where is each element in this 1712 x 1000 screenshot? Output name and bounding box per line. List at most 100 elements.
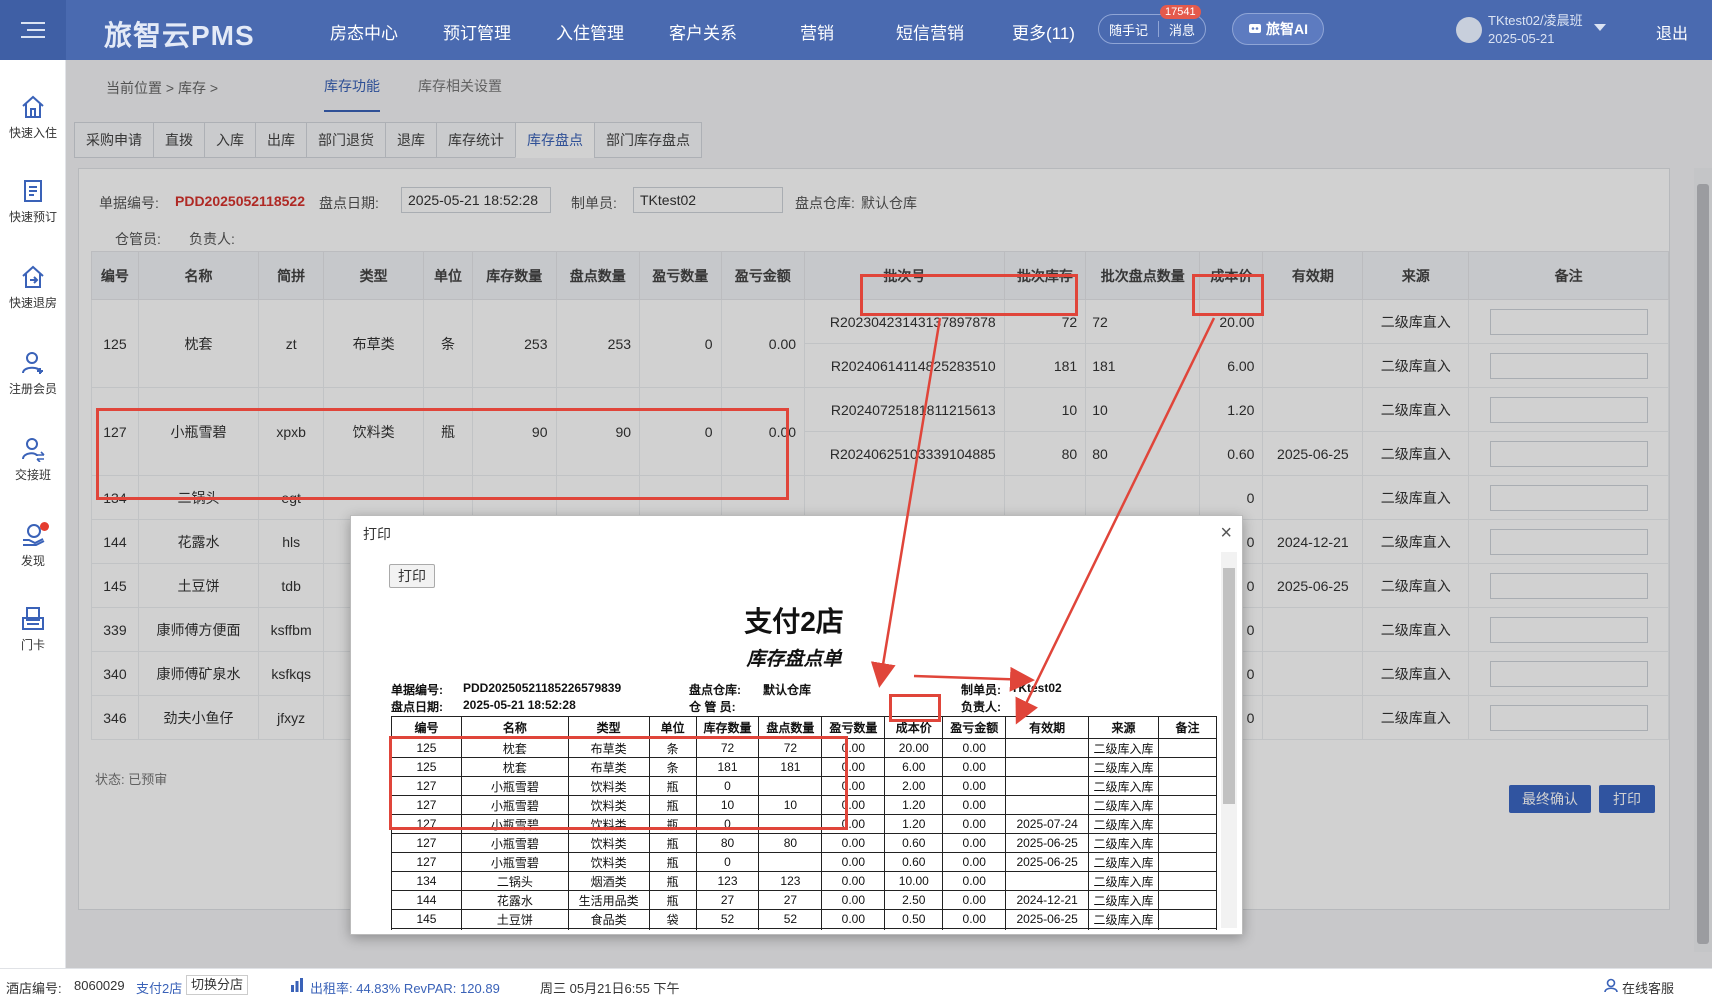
print-cell: 0.00	[821, 890, 886, 910]
user-date: 2025-05-21	[1488, 31, 1555, 46]
print-cell	[1157, 833, 1217, 853]
sidebar-item-door-card[interactable]: 门卡	[0, 606, 66, 653]
sidebar-label: 快速入住	[8, 126, 57, 140]
print-row: 145土豆饼食品类袋00.000.500.002025-06-25二级库入库	[391, 928, 1217, 930]
nav-room-status[interactable]: 房态中心	[330, 19, 398, 44]
print-cell: 二锅头	[460, 871, 569, 891]
print-row: 134 二锅头 烟酒类瓶 123 123 0.00 10.00 0.00 二级库入库	[391, 871, 1217, 891]
print-cell	[1157, 890, 1217, 910]
print-cell: 二级库入库	[1088, 890, 1159, 910]
document-icon	[24, 180, 42, 202]
nav-sms[interactable]: 短信营销	[896, 19, 964, 44]
print-cell: 0.00	[821, 852, 886, 872]
home-exit-icon	[22, 265, 44, 288]
close-icon[interactable]: ×	[1220, 522, 1232, 545]
print-dialog: 打印 × 打印 支付2店 库存盘点单 单据编号: PDD202505211852…	[350, 515, 1243, 935]
sidebar-item-quick-checkin[interactable]: 快速入住	[0, 94, 66, 141]
doc-no-label: 单据编号:	[391, 683, 443, 697]
print-cell: 瓶	[648, 833, 697, 853]
print-cell: 二级库入库	[1088, 738, 1159, 758]
print-cell: 2025-06-25	[1005, 928, 1090, 930]
nav-crm[interactable]: 客户关系	[669, 19, 737, 44]
print-cell: 0.00	[942, 852, 1007, 872]
avatar[interactable]	[1456, 17, 1482, 43]
print-cell: 0.00	[942, 738, 1007, 758]
print-cell: 52	[695, 909, 760, 929]
highlight-print-127	[389, 736, 848, 830]
sidebar-item-discover[interactable]: 发现	[0, 522, 66, 569]
hotel-no-label: 酒店编号:	[6, 981, 62, 996]
doc-maker: TKtest02	[1011, 681, 1062, 695]
print-row: 127 小瓶雪碧 饮料类瓶 0 0.00 0.60 0.00 2025-06-25 二级库入库	[391, 852, 1217, 872]
sidebar-item-shift-handover[interactable]: 交接班	[0, 436, 66, 483]
print-cell: 小瓶雪碧	[460, 833, 569, 853]
print-row: 144 花露水 生活用品类瓶 27 27 0.00 2.50 0.00 2024-12-21 二级…	[391, 890, 1217, 910]
dialog-scrollbar[interactable]	[1221, 552, 1237, 928]
print-column-header: 盈亏金额	[942, 716, 1007, 739]
logout-button[interactable]: 退出	[1656, 20, 1688, 44]
print-cell: 二级库入库	[1088, 928, 1159, 930]
print-cell	[1157, 757, 1217, 777]
message-button[interactable]: 消息	[1169, 20, 1195, 39]
print-cell: 饮料类	[567, 852, 650, 872]
sidebar-item-register-member[interactable]: 注册会员	[0, 350, 66, 397]
print-cell: 饮料类	[567, 833, 650, 853]
chevron-down-icon[interactable]	[1594, 24, 1606, 31]
menu-icon[interactable]	[0, 0, 66, 60]
print-cell: 0.50	[884, 909, 944, 929]
nav-marketing[interactable]: 营销	[800, 19, 834, 44]
print-cell: 0.00	[821, 909, 886, 929]
doc-title: 库存盘点单	[746, 649, 842, 670]
print-cell	[1005, 776, 1090, 796]
online-service-link[interactable]: 在线客服	[1622, 978, 1674, 997]
switch-shop-button[interactable]: 切换分店	[186, 975, 249, 995]
sidebar-item-quick-booking[interactable]: 快速预订	[0, 178, 66, 225]
robot-icon	[1248, 21, 1262, 37]
print-cell: 20.00	[884, 738, 944, 758]
print-cell: 1.20	[884, 795, 944, 815]
print-cell: 食品类	[567, 928, 650, 930]
current-shop-link[interactable]: 支付2店	[136, 978, 182, 997]
sidebar-item-quick-checkout[interactable]: 快速退房	[0, 264, 66, 311]
current-datetime: 周三 05月21日6:55 下午	[540, 981, 680, 996]
print-cell: 127	[391, 852, 462, 872]
print-cell: 0.60	[884, 852, 944, 872]
print-cell	[1157, 795, 1217, 815]
occupancy-stats[interactable]: 出租率: 44.83% RevPAR: 120.89	[310, 978, 500, 997]
doc-warehouse-label: 盘点仓库:	[689, 683, 741, 697]
print-cell: 52	[758, 909, 823, 929]
nav-checkin[interactable]: 入住管理	[556, 19, 624, 44]
print-cell: 0.60	[884, 833, 944, 853]
print-cell: 袋	[648, 928, 697, 930]
print-cell: 127	[391, 833, 462, 853]
note-button[interactable]: 随手记	[1109, 20, 1148, 39]
print-cell	[1157, 852, 1217, 872]
print-cell: 二级库入库	[1088, 871, 1159, 891]
nav-more[interactable]: 更多(11)	[1012, 19, 1075, 44]
highlight-cost-column	[1192, 274, 1264, 316]
ai-button[interactable]: 旅智AI	[1232, 13, 1324, 45]
doc-date-label: 盘点日期:	[391, 700, 443, 714]
dialog-print-button[interactable]: 打印	[389, 564, 435, 588]
print-cell: 1.20	[884, 814, 944, 834]
card-printer-icon	[22, 607, 44, 630]
print-cell: 144	[391, 890, 462, 910]
nav-booking[interactable]: 预订管理	[443, 19, 511, 44]
print-cell	[758, 852, 823, 872]
print-cell	[758, 928, 823, 930]
print-cell: 2025-06-25	[1005, 909, 1090, 929]
user-info[interactable]: TKtest02/凌晨班 2025-05-21	[1488, 12, 1583, 48]
print-row: 127 小瓶雪碧 饮料类瓶 80 80 0.00 0.60 0.00 2025-06-25 二级库…	[391, 833, 1217, 853]
print-cell: 小瓶雪碧	[460, 852, 569, 872]
print-cell: 0	[695, 852, 760, 872]
print-cell	[1157, 909, 1217, 929]
print-cell: 0.00	[942, 757, 1007, 777]
print-cell: 0.00	[821, 871, 886, 891]
print-column-header: 有效期	[1005, 716, 1090, 739]
print-cell: 0.00	[821, 833, 886, 853]
print-cell: 二级库入库	[1088, 776, 1159, 796]
print-cell: 27	[758, 890, 823, 910]
print-cell: 134	[391, 871, 462, 891]
sidebar-label: 注册会员	[8, 382, 57, 396]
print-cell: 瓶	[648, 871, 697, 891]
